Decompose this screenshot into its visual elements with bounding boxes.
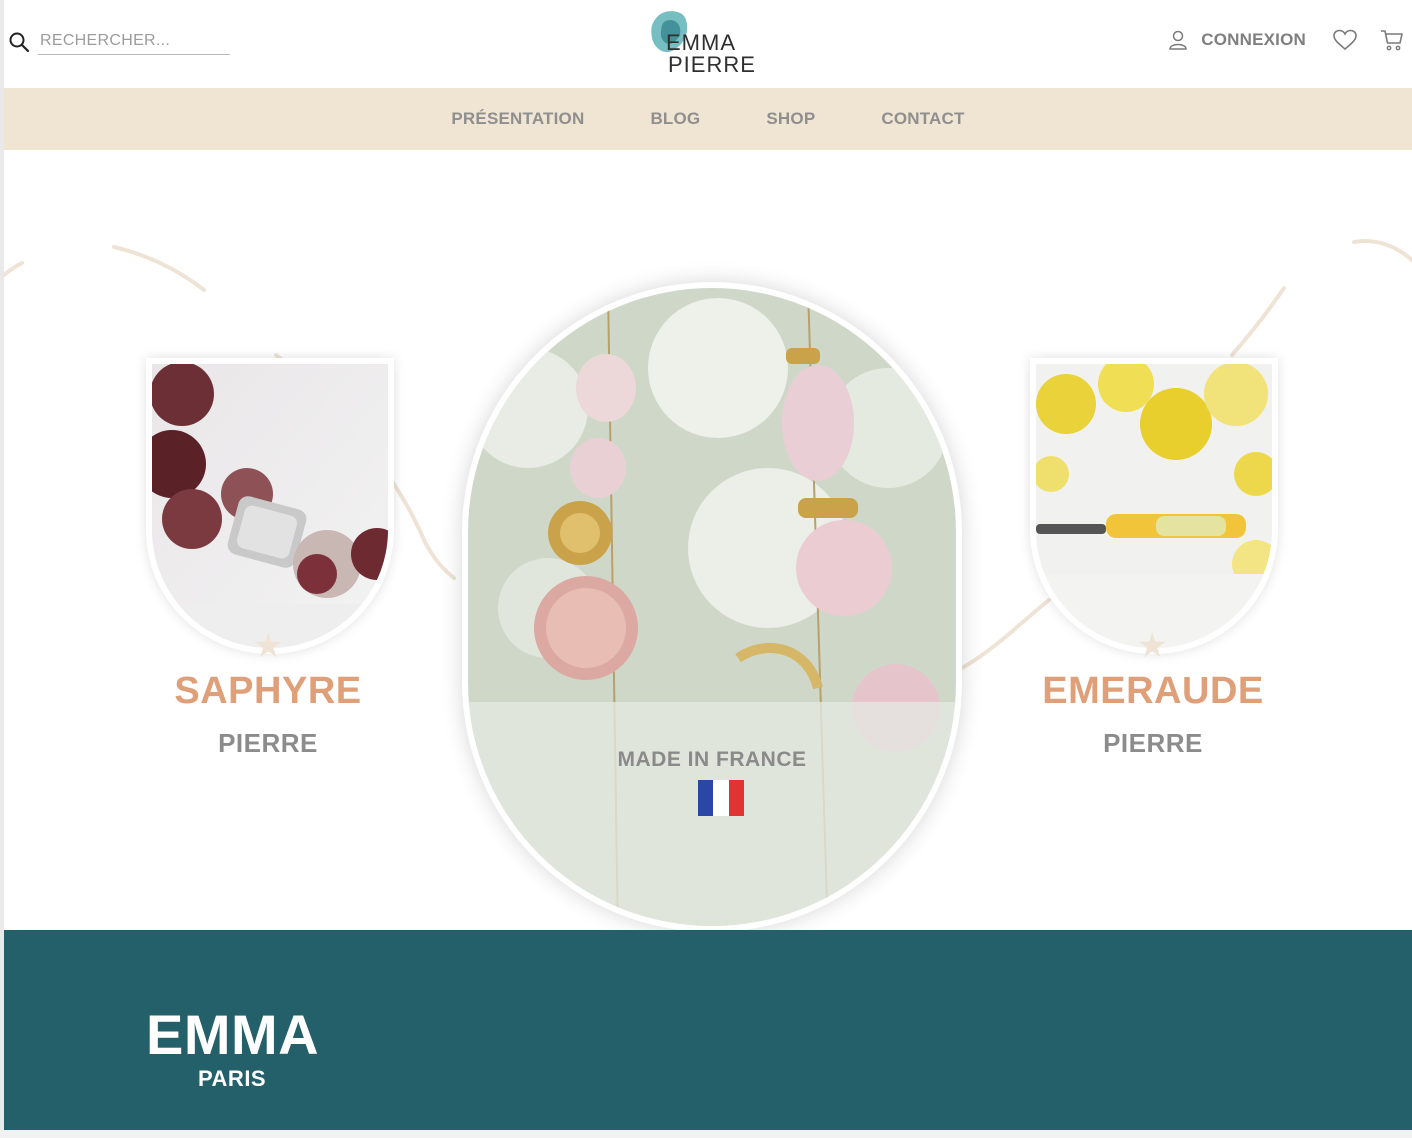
emeraude-subtitle: PIERRE [1103, 728, 1203, 758]
rose-quartz-bracelet-image: MADE IN FRANCE [468, 288, 956, 926]
login-link[interactable]: CONNEXION [1201, 30, 1306, 50]
logo-text-pierre: PIERRE [668, 52, 756, 77]
heart-icon[interactable] [1332, 28, 1358, 52]
emeraude-bracelet-image [1036, 364, 1272, 648]
search-bar [8, 28, 230, 55]
emeraude-title[interactable]: EMERAUDE [1003, 670, 1303, 713]
footer-brand[interactable]: EMMA [146, 1002, 319, 1067]
made-in-france-card[interactable]: MADE IN FRANCE [462, 282, 962, 930]
bottom-strip [0, 1130, 1412, 1138]
made-in-france-label: MADE IN FRANCE [617, 748, 807, 771]
nav-item-contact[interactable]: CONTACT [881, 109, 964, 129]
hero-section: ★ SAPHYRE PIERRE MADE IN FRANCE ★ EMERAU… [4, 150, 1412, 930]
product-card-emeraude[interactable] [1030, 358, 1278, 654]
search-icon[interactable] [8, 31, 30, 53]
star-icon: ★ [1137, 627, 1168, 665]
saphyre-title[interactable]: SAPHYRE [118, 670, 418, 713]
footer-city: PARIS [198, 1066, 267, 1091]
main-nav: PRÉSENTATION BLOG SHOP CONTACT [4, 88, 1412, 150]
saphyre-subtitle: PIERRE [218, 728, 318, 758]
account-area: CONNEXION [1167, 28, 1404, 52]
user-icon[interactable] [1167, 29, 1189, 51]
nav-item-presentation[interactable]: PRÉSENTATION [451, 109, 584, 129]
flag-france-icon [698, 780, 744, 816]
star-icon: ★ [253, 627, 284, 665]
cart-icon[interactable] [1380, 28, 1404, 52]
nav-item-shop[interactable]: SHOP [766, 109, 815, 129]
nav-item-blog[interactable]: BLOG [650, 109, 700, 129]
brand-logo[interactable]: EMMA PIERRE [644, 8, 755, 78]
search-input[interactable] [38, 28, 230, 55]
product-card-saphyre[interactable] [146, 358, 394, 654]
site-header: EMMA PIERRE CONNEXION [4, 0, 1412, 88]
site-footer: EMMA PARIS [4, 930, 1412, 1130]
saphyre-bracelet-image [152, 364, 388, 648]
